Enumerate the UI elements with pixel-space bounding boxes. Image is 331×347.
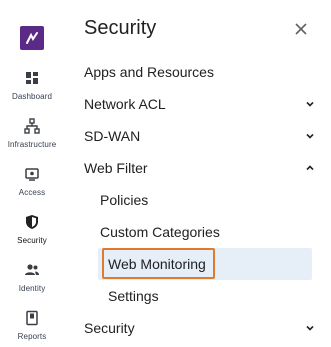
nav-item-label: Security (84, 320, 135, 336)
sub-item-custom-categories[interactable]: Custom Categories (100, 216, 331, 248)
sub-item-label: Settings (108, 288, 159, 304)
rail-label-dashboard: Dashboard (11, 92, 53, 101)
nav-item-sd-wan[interactable]: SD-WAN (84, 120, 324, 152)
infrastructure-icon (24, 118, 40, 134)
users-icon (25, 264, 39, 275)
close-icon (295, 23, 307, 35)
rail-item-reports[interactable]: Reports (0, 310, 64, 341)
chevron-down-icon (306, 325, 314, 331)
sub-item-label: Policies (100, 192, 149, 208)
icon-rail: Dashboard Infrastructure Access Security (0, 0, 64, 347)
close-button[interactable] (290, 18, 312, 40)
reports-icon (26, 310, 38, 326)
shield-icon (26, 215, 38, 229)
rail-item-identity[interactable]: Identity (0, 262, 64, 293)
rail-item-dashboard[interactable]: Dashboard (0, 70, 64, 101)
access-icon (25, 168, 39, 181)
nav-item-apps-and-resources[interactable]: Apps and Resources (84, 56, 324, 88)
rail-label-reports: Reports (17, 332, 47, 341)
chevron-down-icon (306, 133, 314, 139)
panel-title: Security (84, 17, 157, 39)
chevron-down-icon (306, 101, 314, 107)
security-flyout-panel: Security Apps and Resources Network ACL … (64, 0, 331, 347)
brand-logo[interactable] (20, 26, 44, 50)
sub-item-settings[interactable]: Settings (108, 280, 331, 312)
rail-label-identity: Identity (18, 284, 46, 293)
rail-item-access[interactable]: Access (0, 166, 64, 197)
sub-item-label: Custom Categories (100, 224, 220, 240)
nav-item-label: Network ACL (84, 96, 166, 112)
nav-item-label: Apps and Resources (84, 64, 214, 80)
rail-label-access: Access (18, 188, 46, 197)
sub-item-label: Web Monitoring (108, 256, 206, 272)
rail-label-security: Security (17, 236, 47, 245)
nav-item-security[interactable]: Security (84, 312, 324, 344)
sub-item-web-monitoring[interactable]: Web Monitoring (108, 248, 331, 280)
nav-item-web-filter[interactable]: Web Filter (84, 152, 324, 184)
nav-item-label: Web Filter (84, 160, 148, 176)
sub-item-policies[interactable]: Policies (100, 184, 331, 216)
dashboard-icon (26, 72, 38, 84)
chevron-up-icon (306, 165, 314, 171)
nav-item-network-acl[interactable]: Network ACL (84, 88, 324, 120)
rail-item-infrastructure[interactable]: Infrastructure (0, 118, 64, 149)
rail-item-security[interactable]: Security (0, 214, 64, 245)
nav-item-label: SD-WAN (84, 128, 141, 144)
brand-logo-icon (26, 32, 38, 44)
rail-label-infrastructure: Infrastructure (7, 140, 57, 149)
